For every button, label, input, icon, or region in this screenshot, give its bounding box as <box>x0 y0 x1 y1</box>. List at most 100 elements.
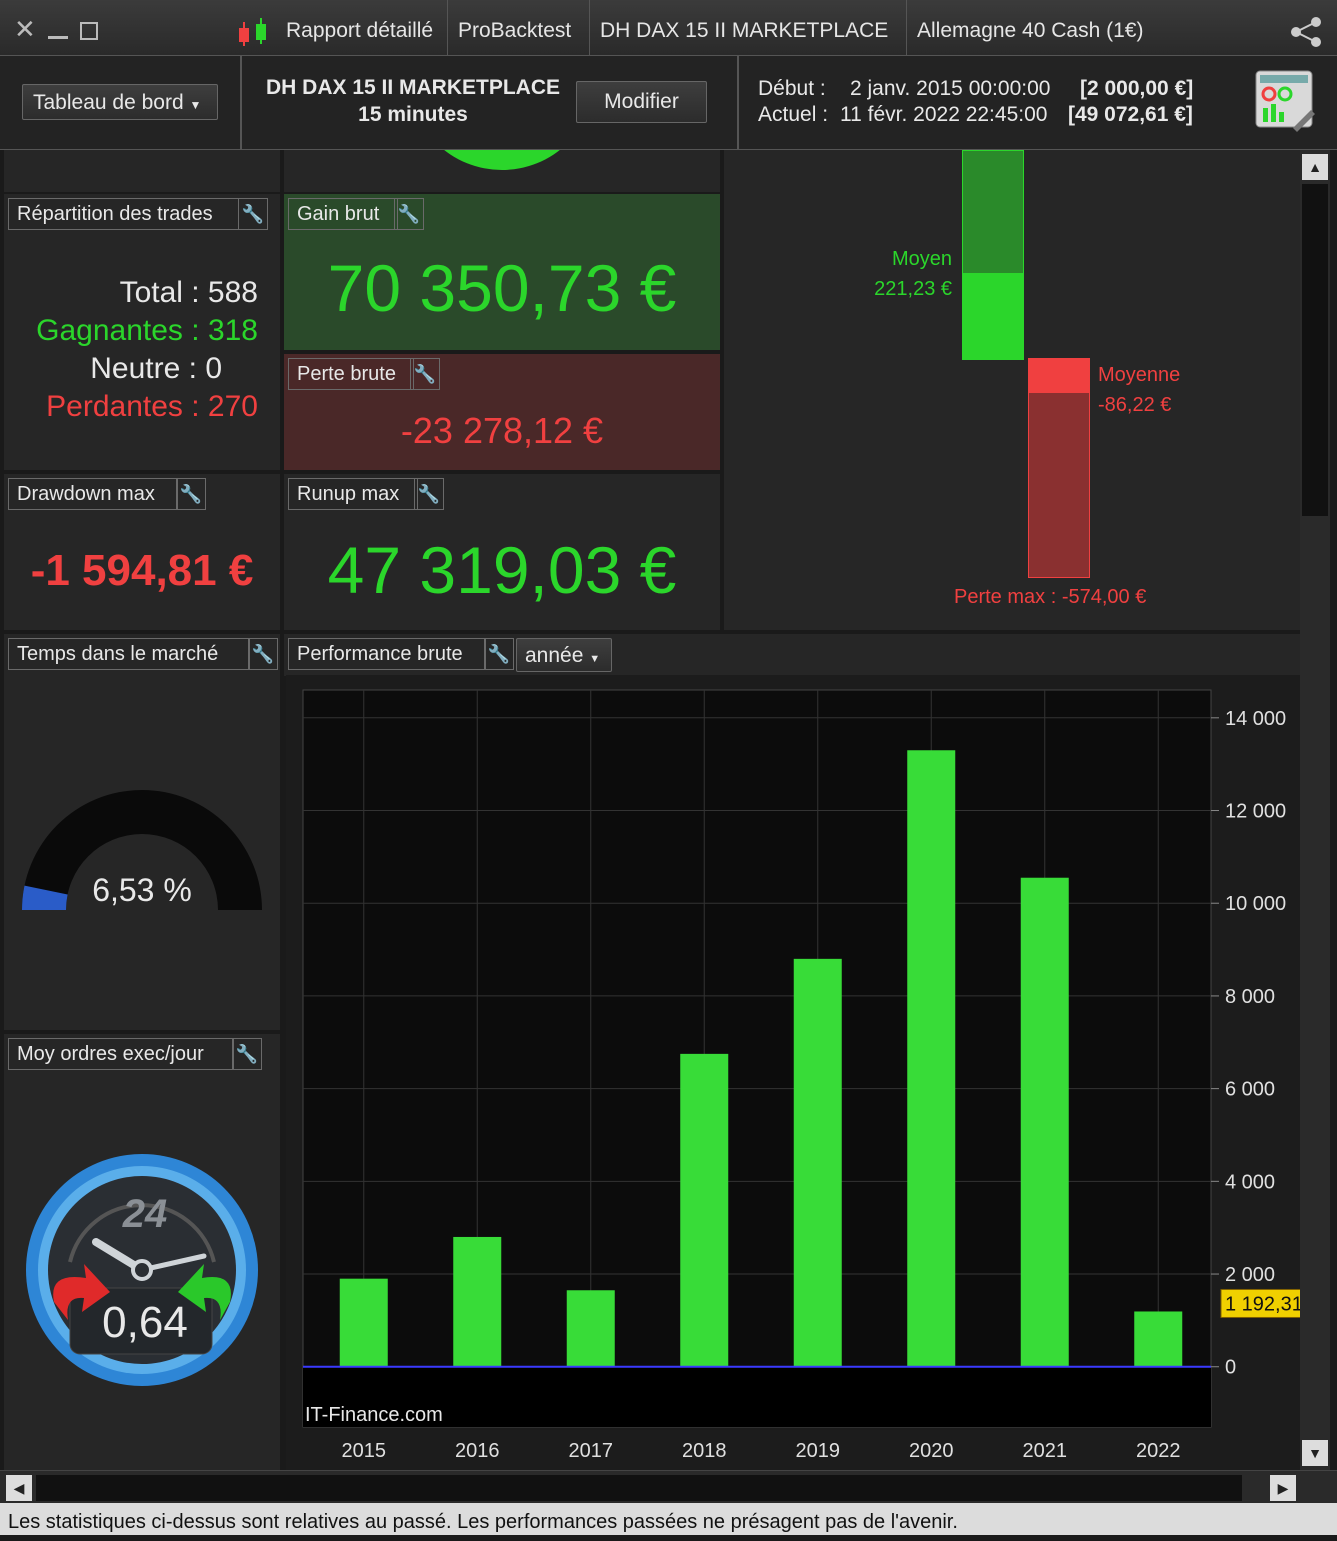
bar-2017 <box>566 1290 615 1367</box>
start-date: 2 janv. 2015 00:00:00 <box>850 77 1051 100</box>
wrench-icon[interactable]: 🔧 <box>410 358 440 390</box>
y-tick-label: 4 000 <box>1225 1171 1275 1193</box>
vertical-scrollbar[interactable]: ▲ ▼ <box>1300 150 1330 1470</box>
wrench-icon[interactable]: 🔧 <box>484 638 514 670</box>
bar-2016 <box>453 1236 502 1367</box>
x-tick-label: 2017 <box>569 1440 614 1462</box>
scroll-thumb[interactable] <box>1302 184 1328 516</box>
x-tick-label: 2016 <box>455 1440 500 1462</box>
x-tick-label: 2022 <box>1136 1440 1181 1462</box>
panel-perte-brute: Perte brute 🔧 -23 278,12 € <box>284 354 720 470</box>
panel-title: Drawdown max <box>8 478 178 510</box>
panel-title: Répartition des trades <box>8 198 239 230</box>
period-dropdown[interactable]: année ▼ <box>516 638 612 672</box>
bar-2018 <box>680 1053 729 1367</box>
wrench-icon[interactable]: 🔧 <box>394 198 424 230</box>
tab-strategy[interactable]: DH DAX 15 II MARKETPLACE <box>589 0 898 56</box>
panel-title: Perte brute <box>288 358 414 390</box>
average-loss-bar <box>1028 358 1090 392</box>
bar-2022 <box>1134 1311 1183 1367</box>
share-icon[interactable] <box>1290 16 1324 48</box>
neutral-trades: Neutre : 0 <box>90 352 222 385</box>
scroll-right-icon[interactable]: ▶ <box>1270 1475 1296 1501</box>
panel-title: Runup max <box>288 478 418 510</box>
gross-loss-value: -23 278,12 € <box>400 410 604 451</box>
tab-probacktest[interactable]: ProBacktest <box>447 0 581 56</box>
current-value: [49 072,61 €] <box>1068 103 1193 126</box>
chevron-down-icon: ▼ <box>589 653 601 665</box>
plot-area <box>302 689 1212 1428</box>
y-tick-label: 0 <box>1225 1357 1236 1379</box>
chevron-down-icon: ▼ <box>189 98 202 112</box>
dashboard-settings-icon[interactable] <box>1255 70 1317 134</box>
y-tick-label: 12 000 <box>1225 801 1286 823</box>
panel-average-trade: Moyen 221,23 € Moyenne -86,22 € Perte ma… <box>724 150 1300 630</box>
y-tick-label: 2 000 <box>1225 1264 1275 1286</box>
panel-drawdown: Drawdown max 🔧 -1 594,81 € <box>4 474 280 630</box>
timeframe: 15 minutes <box>358 103 468 126</box>
average-gain-value: 221,23 € <box>874 278 952 300</box>
horizontal-scrollbar[interactable]: ◀ ▶ <box>0 1470 1337 1503</box>
pie-chart-fragment <box>410 150 594 170</box>
minimize-icon[interactable] <box>48 36 68 39</box>
wrench-icon[interactable]: 🔧 <box>248 638 278 670</box>
bar-2020 <box>907 750 956 1367</box>
strategy-name: DH DAX 15 II MARKETPLACE <box>265 76 561 99</box>
wrench-icon[interactable]: 🔧 <box>238 198 268 230</box>
gross-gain-value: 70 350,73 € <box>327 251 677 325</box>
average-loss-label: Moyenne <box>1098 364 1181 386</box>
average-loss-value: -86,22 € <box>1098 394 1172 416</box>
average-gain-bar-top <box>962 150 1024 274</box>
current-label: Actuel : <box>758 103 829 126</box>
start-label: Début : <box>758 77 826 100</box>
average-gain-label: Moyen <box>891 248 952 270</box>
panel-repartition: Répartition des trades 🔧 Total : 588 Gag… <box>4 194 280 470</box>
scroll-down-icon[interactable]: ▼ <box>1302 1440 1328 1466</box>
performance-chart-svg: 14 000 12 000 10 000 8 000 6 000 4 000 2 000 0 2… <box>302 689 1312 1462</box>
panel-time-in-market: Temps dans le marché 🔧 6,53 % <box>4 634 280 1030</box>
maximize-icon[interactable] <box>80 22 98 40</box>
tab-instrument[interactable]: Allemagne 40 Cash (1€) <box>906 0 1153 56</box>
y-tick-label: 8 000 <box>1225 986 1275 1008</box>
panel-top-middle <box>284 150 720 192</box>
period-label: année <box>525 644 584 667</box>
x-tick-label: 2018 <box>682 1440 727 1462</box>
wrench-icon[interactable]: 🔧 <box>232 1038 262 1070</box>
runup-value: 47 319,03 € <box>327 533 677 607</box>
losing-trades: Perdantes : 270 <box>46 390 258 423</box>
scroll-up-icon[interactable]: ▲ <box>1302 154 1328 180</box>
panel-title: Gain brut <box>288 198 398 230</box>
y-tick-label: 10 000 <box>1225 893 1286 915</box>
panel-performance-header: Performance brute 🔧 année ▼ <box>284 634 1300 676</box>
bar-2019 <box>793 958 842 1367</box>
bar-2021 <box>1020 877 1069 1367</box>
tab-rapport-detaille[interactable]: Rapport détaillé <box>276 0 443 56</box>
winning-trades: Gagnantes : 318 <box>36 314 258 347</box>
panel-title: Temps dans le marché <box>8 638 250 670</box>
x-tick-label: 2019 <box>796 1440 841 1462</box>
panel-gain-brut: Gain brut 🔧 70 350,73 € <box>284 194 720 350</box>
panel-title: Performance brute <box>288 638 486 670</box>
dashboard-dropdown[interactable]: Tableau de bord ▼ <box>22 84 218 120</box>
y-tick-label: 6 000 <box>1225 1079 1275 1101</box>
panel-title: Moy ordres exec/jour <box>8 1038 234 1070</box>
current-date: 11 févr. 2022 22:45:00 <box>840 103 1048 126</box>
candlestick-icon <box>239 18 266 46</box>
performance-chart: 14 000 12 000 10 000 8 000 6 000 4 000 2 000 0 2… <box>286 675 1312 1470</box>
scroll-left-icon[interactable]: ◀ <box>6 1475 32 1501</box>
wrench-icon[interactable]: 🔧 <box>176 478 206 510</box>
wrench-icon[interactable]: 🔧 <box>414 478 444 510</box>
dashboard-label: Tableau de bord <box>33 91 184 114</box>
clock-label: 24 <box>122 1192 168 1236</box>
modify-button[interactable]: Modifier <box>576 81 707 123</box>
report-header: Tableau de bord ▼ DH DAX 15 II MARKETPLA… <box>0 56 1337 150</box>
total-trades: Total : 588 <box>119 276 258 309</box>
divider <box>737 56 739 150</box>
title-bar: ✕ Rapport détaillé ProBacktest DH DAX 15… <box>0 0 1337 56</box>
close-icon[interactable]: ✕ <box>14 14 36 45</box>
x-tick-label: 2020 <box>909 1440 954 1462</box>
x-tick-label: 2021 <box>1023 1440 1068 1462</box>
last-value-label: 1 192,31 <box>1225 1293 1300 1315</box>
scroll-thumb[interactable] <box>36 1475 1242 1501</box>
watermark: IT-Finance.com <box>305 1404 443 1426</box>
